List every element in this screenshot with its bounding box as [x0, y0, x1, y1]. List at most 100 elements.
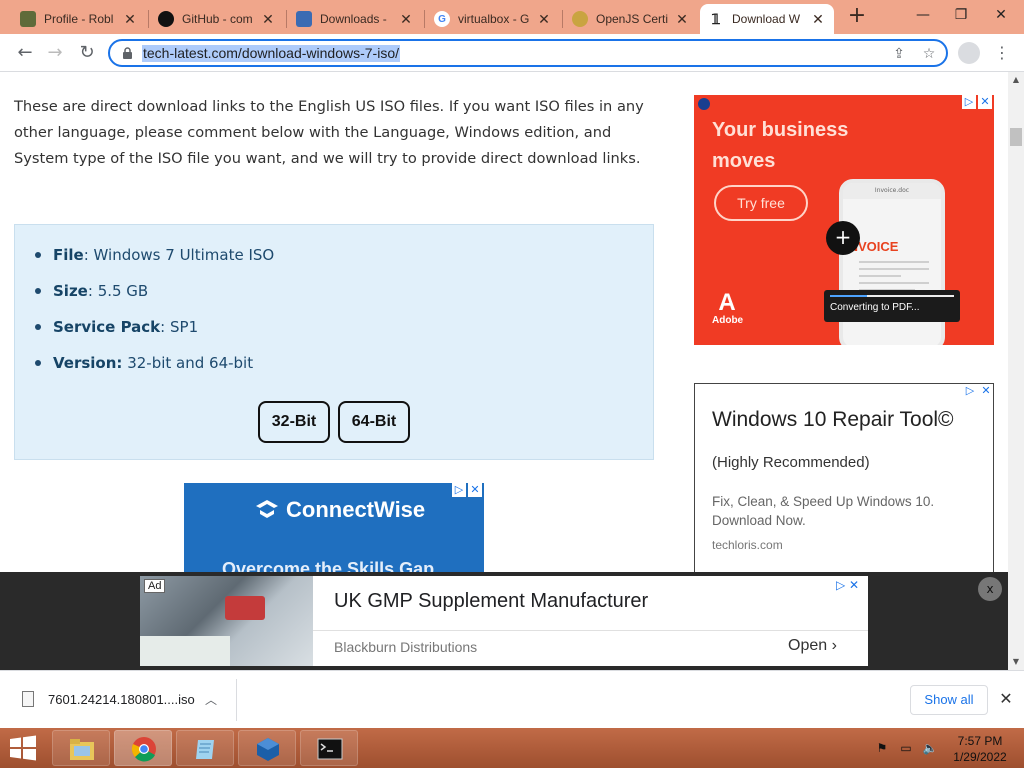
anchor-ad-bar: x Ad UK GMP Supplement Manufacturer Blac…: [0, 572, 1008, 670]
google-icon: G: [434, 11, 450, 27]
downloads-icon: [296, 11, 312, 27]
info-label: Service Pack: [53, 318, 161, 336]
tab-title: virtualbox - G: [458, 12, 530, 26]
share-icon[interactable]: ⇪: [890, 45, 908, 63]
browser-toolbar: ← → ↻ tech-latest.com/download-windows-7…: [0, 34, 1024, 72]
tab-openjs[interactable]: OpenJS Certi ✕: [564, 4, 698, 34]
close-icon[interactable]: ✕: [122, 11, 138, 28]
clock-date: 1/29/2022: [953, 750, 1007, 764]
info-value: 5.5 GB: [97, 282, 149, 300]
scroll-up-arrow-icon[interactable]: ▲: [1008, 72, 1024, 88]
tab-downloads[interactable]: Downloads - ✕: [288, 4, 422, 34]
anchor-close-button[interactable]: x: [978, 577, 1002, 601]
system-clock[interactable]: 7:57 PM 1/29/2022: [940, 733, 1020, 765]
network-icon[interactable]: ▭: [898, 741, 914, 755]
close-icon[interactable]: ✕: [674, 11, 690, 28]
file-explorer-icon[interactable]: [52, 730, 110, 766]
menu-kebab-icon[interactable]: ⋮: [994, 42, 1010, 64]
download-shelf: 7601.24214.180801....iso ︿ Show all ✕: [0, 670, 1024, 728]
volume-muted-icon[interactable]: 🔈: [922, 741, 938, 755]
adchoices-icon[interactable]: ▷: [452, 483, 466, 497]
chevron-up-icon[interactable]: ︿: [205, 691, 217, 708]
show-all-button[interactable]: Show all: [910, 685, 988, 715]
repair-description: Fix, Clean, & Speed Up Windows 10. Downl…: [712, 494, 935, 528]
cmd-icon[interactable]: [300, 730, 358, 766]
tab-virtualbox-search[interactable]: G virtualbox - G ✕: [426, 4, 560, 34]
file-icon: [22, 691, 34, 707]
connectwise-logo: ConnectWise: [254, 497, 425, 523]
tab-title: GitHub - com: [182, 12, 253, 26]
adchoices-icon[interactable]: ▷: [963, 384, 977, 398]
action-center-flag-icon[interactable]: ⚑: [874, 741, 890, 755]
repair-url: techloris.com: [712, 538, 783, 552]
scroll-thumb[interactable]: [1010, 128, 1022, 146]
notepad-icon[interactable]: [176, 730, 234, 766]
repair-subtitle: (Highly Recommended): [712, 454, 870, 471]
close-icon[interactable]: ✕: [810, 11, 826, 28]
iso-info-box: File: Windows 7 Ultimate ISO Size: 5.5 G…: [14, 224, 654, 460]
chrome-icon[interactable]: [114, 730, 172, 766]
info-label: Size: [53, 282, 88, 300]
tab-profile[interactable]: Profile - Robl ✕: [12, 4, 146, 34]
reload-button[interactable]: ↻: [74, 40, 100, 66]
info-service-pack: Service Pack: SP1: [34, 315, 274, 351]
windows-start-icon[interactable]: [6, 733, 40, 763]
scroll-down-arrow-icon[interactable]: ▼: [1008, 654, 1024, 670]
converting-label: Converting to PDF...: [830, 302, 920, 313]
close-icon[interactable]: ✕: [996, 689, 1016, 709]
vertical-scrollbar[interactable]: ▲ ▼: [1008, 72, 1024, 670]
progress-fill: [830, 295, 868, 297]
privacy-icon: [698, 98, 710, 110]
connectwise-ad[interactable]: ConnectWise Overcome the Skills Gap ▷ ✕: [184, 483, 484, 583]
ad-close-icon[interactable]: ✕: [979, 384, 993, 398]
close-icon[interactable]: ✕: [260, 11, 276, 28]
info-file: File: Windows 7 Ultimate ISO: [34, 243, 275, 279]
info-value: Windows 7 Ultimate ISO: [93, 246, 275, 264]
adobe-headline: Your business moves: [712, 119, 849, 172]
back-button[interactable]: ←: [12, 40, 38, 66]
tab-title: Profile - Robl: [44, 12, 114, 26]
github-icon: [158, 11, 174, 27]
ad-tag: Ad: [144, 579, 166, 593]
minimize-button[interactable]: —: [906, 0, 940, 30]
book-icon: [20, 11, 36, 27]
tab-title: OpenJS Certi: [596, 12, 669, 26]
info-version: Version: 32-bit and 64-bit: [34, 351, 274, 387]
plus-icon: +: [826, 221, 860, 255]
anchor-title: UK GMP Supplement Manufacturer: [334, 590, 649, 612]
repair-title: Windows 10 Repair Tool©: [712, 408, 954, 431]
adobe-ad[interactable]: Your business moves Try free Invoice.doc…: [694, 95, 994, 345]
connectwise-mark-icon: [256, 500, 278, 518]
profile-avatar[interactable]: [958, 42, 980, 64]
bookmark-star-icon[interactable]: ☆: [920, 45, 938, 63]
tab-title: Download W: [732, 12, 801, 26]
url-text[interactable]: tech-latest.com/download-windows-7-iso/: [142, 45, 400, 62]
iso-info-list: File: Windows 7 Ultimate ISO Size: 5.5 G…: [34, 243, 275, 387]
close-window-button[interactable]: ✕: [984, 0, 1018, 30]
virtualbox-icon[interactable]: [238, 730, 296, 766]
anchor-open-button[interactable]: Open ›: [788, 637, 837, 655]
phone-header: Invoice.doc: [843, 183, 941, 199]
close-icon[interactable]: ✕: [536, 11, 552, 28]
ad-close-icon[interactable]: ✕: [468, 483, 482, 497]
close-icon[interactable]: ✕: [398, 11, 414, 28]
adchoices-icon[interactable]: ▷ ✕: [836, 578, 859, 592]
download-64bit-button[interactable]: 64-Bit: [338, 401, 410, 443]
ad-close-icon[interactable]: ✕: [978, 95, 992, 109]
address-bar[interactable]: tech-latest.com/download-windows-7-iso/ …: [108, 39, 948, 67]
tab-github[interactable]: GitHub - com ✕: [150, 4, 284, 34]
factory-image: [140, 576, 313, 666]
tab-strip: Profile - Robl ✕ GitHub - com ✕ Download…: [0, 0, 1024, 34]
download-file-name[interactable]: 7601.24214.180801....iso: [48, 692, 195, 707]
adobe-a-icon: A: [718, 289, 736, 316]
anchor-ad-card[interactable]: Ad UK GMP Supplement Manufacturer Blackb…: [140, 576, 868, 666]
adobe-logo: A Adobe: [712, 289, 744, 327]
new-tab-button[interactable]: +: [846, 4, 868, 30]
tab-title: Downloads -: [320, 12, 387, 26]
forward-button[interactable]: →: [42, 40, 68, 66]
download-32bit-button[interactable]: 32-Bit: [258, 401, 330, 443]
restore-button[interactable]: ❐: [944, 0, 978, 30]
adchoices-icon[interactable]: ▷: [962, 95, 976, 109]
try-free-button[interactable]: Try free: [714, 185, 808, 221]
tab-download-windows[interactable]: 𝟙 Download W ✕: [700, 4, 834, 34]
